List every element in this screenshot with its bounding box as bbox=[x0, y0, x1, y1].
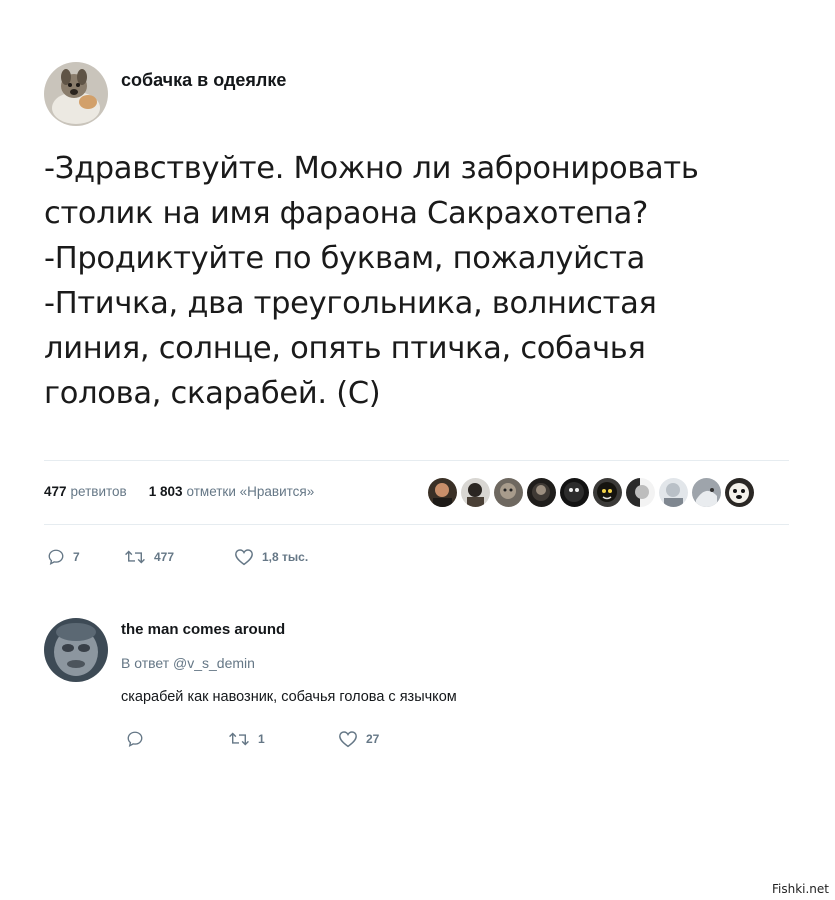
heart-icon bbox=[235, 549, 253, 566]
retweet-button[interactable]: 1 bbox=[228, 730, 338, 748]
reply-text: скарабей как навозник, собачья голова с … bbox=[121, 689, 457, 705]
tweet-text-line: голова, скарабей. (С) bbox=[44, 376, 381, 411]
retweet-button[interactable]: 477 bbox=[124, 548, 234, 566]
liker-avatar[interactable] bbox=[659, 478, 688, 507]
reply-to-mention[interactable]: В ответ @v_s_demin bbox=[121, 655, 255, 671]
liker-avatar[interactable] bbox=[494, 478, 523, 507]
tweet-text: -Здравствуйте. Можно ли забронировать ст… bbox=[44, 146, 804, 416]
reply-author-avatar[interactable] bbox=[44, 618, 108, 682]
reply-actions: 1 27 bbox=[126, 730, 379, 748]
reply-button[interactable]: 7 bbox=[47, 548, 124, 566]
liker-avatar[interactable] bbox=[692, 478, 721, 507]
dog-in-blanket-avatar-image bbox=[44, 62, 108, 126]
liker-avatar[interactable] bbox=[725, 478, 754, 507]
liker-avatar[interactable] bbox=[527, 478, 556, 507]
tweet-text-line: линия, солнце, опять птичка, собачья bbox=[44, 331, 646, 366]
liker-avatars bbox=[428, 478, 754, 507]
tweet-actions: 7 477 1,8 тыс. bbox=[47, 548, 308, 566]
tweet-text-line: столик на имя фараона Сакрахотепа? bbox=[44, 196, 648, 231]
tweet-text-line: -Продиктуйте по буквам, пожалуйста bbox=[44, 241, 645, 276]
retweet-count: 1 bbox=[258, 732, 265, 746]
likes-count[interactable]: 1 803 bbox=[149, 484, 183, 499]
liker-avatar[interactable] bbox=[428, 478, 457, 507]
retweet-icon bbox=[229, 732, 249, 746]
likes-label[interactable]: отметки «Нравится» bbox=[187, 484, 315, 499]
author-name[interactable]: собачка в одеялке bbox=[121, 70, 286, 91]
watermark: Fishki.net bbox=[771, 882, 829, 896]
reply-count: 7 bbox=[73, 550, 80, 564]
divider bbox=[44, 524, 789, 525]
tweet-text-line: -Здравствуйте. Можно ли забронировать bbox=[44, 151, 699, 186]
like-count: 27 bbox=[366, 732, 380, 746]
retweets-label[interactable]: ретвитов bbox=[71, 484, 127, 499]
tweet-text-line: -Птичка, два треугольника, волнистая bbox=[44, 286, 657, 321]
retweet-icon bbox=[125, 550, 145, 564]
engagement-stats: 477 ретвитов 1 803 отметки «Нравится» bbox=[44, 484, 314, 499]
like-count: 1,8 тыс. bbox=[262, 550, 309, 564]
reply-author-name[interactable]: the man comes around bbox=[121, 621, 285, 638]
liker-avatar[interactable] bbox=[560, 478, 589, 507]
author-avatar[interactable] bbox=[44, 62, 108, 126]
liker-avatar[interactable] bbox=[593, 478, 622, 507]
retweets-count[interactable]: 477 bbox=[44, 484, 67, 499]
divider bbox=[44, 460, 789, 461]
like-button[interactable]: 1,8 тыс. bbox=[234, 548, 308, 566]
like-button[interactable]: 27 bbox=[338, 730, 379, 748]
retweet-count: 477 bbox=[154, 550, 175, 564]
liker-avatar[interactable] bbox=[626, 478, 655, 507]
liker-avatar[interactable] bbox=[461, 478, 490, 507]
reply-icon bbox=[48, 549, 64, 566]
reply-button[interactable] bbox=[126, 730, 228, 748]
reply-icon bbox=[127, 731, 143, 748]
heart-icon bbox=[339, 731, 357, 748]
blurred-face-avatar-image bbox=[44, 618, 108, 682]
